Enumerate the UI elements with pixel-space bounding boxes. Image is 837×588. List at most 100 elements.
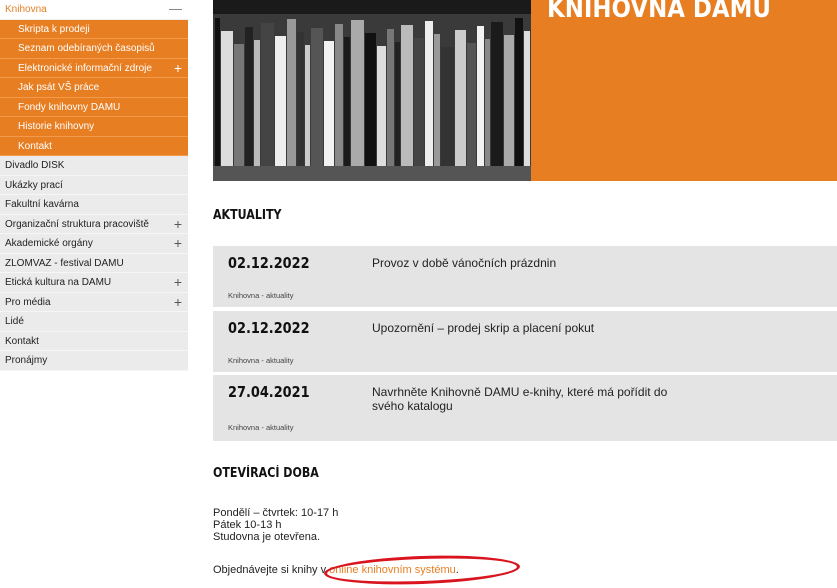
opening-hours: Pondělí – čtvrtek: 10-17 h Pátek 10-13 h… — [213, 507, 338, 543]
news-date: 27.04.2021 — [228, 383, 310, 401]
book-spine — [425, 21, 433, 166]
book-spine — [455, 30, 466, 166]
news-section-title: AKTUALITY — [213, 208, 282, 223]
news-item[interactable]: 02.12.2022 Upozornění – prodej skrip a pl… — [213, 311, 837, 372]
news-title-link[interactable]: Provoz v době vánočních prázdnin — [372, 256, 682, 270]
sidebar-item-seznam-odebiranych-casopisu[interactable]: Seznam odebíraných časopisů — [0, 39, 188, 59]
news-title-link[interactable]: Upozornění – prodej skrip a placení poku… — [372, 321, 682, 335]
sidebar-item-label: Kontakt — [5, 335, 39, 347]
book-spine — [275, 36, 286, 166]
sidebar-item-fondy-knihovny-damu[interactable]: Fondy knihovny DAMU — [0, 97, 188, 117]
sidebar-item-label: Etická kultura na DAMU — [5, 277, 112, 288]
book-spine — [215, 18, 220, 166]
news-date: 02.12.2022 — [228, 254, 310, 272]
expand-icon[interactable]: + — [174, 234, 182, 252]
sidebar-item-kontakt[interactable]: Kontakt — [0, 136, 188, 156]
sidebar-item-pronajmy[interactable]: Pronájmy — [0, 351, 188, 371]
book-spine — [221, 31, 233, 166]
book-spine — [335, 24, 343, 166]
sidebar-item-label: Divadlo DISK — [5, 160, 65, 171]
sidebar-item-ukazky-praci[interactable]: Ukázky prací — [0, 175, 188, 195]
book-spine — [467, 43, 476, 166]
sidebar-item-label: Skripta k prodeji — [18, 23, 90, 35]
book-spine — [441, 47, 454, 166]
book-spine — [477, 26, 484, 166]
book-spine — [261, 23, 274, 166]
sidebar-item-label: Fondy knihovny DAMU — [18, 101, 121, 113]
sidebar-item-label: ZLOMVAZ - festival DAMU — [5, 257, 124, 269]
page-header: KNIHOVNA DAMU — [213, 0, 837, 181]
expand-icon[interactable]: + — [174, 215, 182, 233]
sidebar-item-label: Knihovna — [5, 4, 47, 15]
book-spine — [485, 39, 490, 166]
hours-section-title: OTEVÍRACÍ DOBA — [213, 466, 319, 481]
sidebar-item-akademicke-organy[interactable]: Akademické orgány + — [0, 234, 188, 254]
sidebar-item-label: Historie knihovny — [18, 121, 95, 132]
news-date: 02.12.2022 — [228, 319, 310, 337]
bookshelf-graphic — [213, 0, 531, 181]
sidebar-item-label: Akademické orgány — [5, 238, 93, 249]
book-spine — [311, 28, 323, 166]
order-text: Objednávejte si knihy v — [213, 564, 330, 576]
news-category[interactable]: Knihovna - aktuality — [228, 423, 293, 432]
sidebar-nav: Knihovna — Skripta k prodeji Seznam odebíra… — [0, 0, 188, 371]
book-spine — [254, 40, 260, 166]
sidebar-item-kontakt[interactable]: Kontakt — [0, 331, 188, 351]
book-spine — [245, 27, 253, 166]
bookshelf-image — [213, 0, 531, 181]
collapse-icon[interactable]: — — [169, 0, 182, 18]
sidebar-item-elektronicke-informacni-zdroje[interactable]: Elektronické informační zdroje + — [0, 58, 188, 78]
expand-icon[interactable]: + — [174, 59, 182, 77]
sidebar-item-label: Pro média — [5, 296, 51, 308]
sidebar-item-lide[interactable]: Lidé — [0, 312, 188, 332]
sidebar-item-jak-psat-vs-prace[interactable]: Jak psát VŠ práce — [0, 78, 188, 98]
sidebar-item-zlomvaz-festival-damu[interactable]: ZLOMVAZ - festival DAMU — [0, 253, 188, 273]
sidebar-item-label: Fakultní kavárna — [5, 199, 79, 210]
expand-icon[interactable]: + — [174, 293, 182, 311]
book-spine — [401, 25, 413, 166]
news-item[interactable]: 27.04.2021 Navrhněte Knihovně DAMU e-knih… — [213, 375, 837, 441]
header-banner: KNIHOVNA DAMU — [531, 0, 837, 181]
news-category[interactable]: Knihovna - aktuality — [228, 291, 293, 300]
book-spine — [491, 22, 503, 166]
sidebar-item-label: Jak psát VŠ práce — [18, 82, 100, 93]
book-spine — [524, 31, 530, 166]
annotation-circle — [323, 552, 521, 588]
sidebar-item-label: Pronájmy — [5, 355, 48, 366]
sidebar-item-label: Lidé — [5, 316, 24, 327]
news-category[interactable]: Knihovna - aktuality — [228, 356, 293, 365]
sidebar-item-label: Kontakt — [18, 140, 52, 152]
expand-icon[interactable]: + — [174, 273, 182, 291]
sidebar-item-fakultni-kavarna[interactable]: Fakultní kavárna — [0, 195, 188, 215]
sidebar-item-label: Seznam odebíraných časopisů — [18, 43, 155, 54]
sidebar-item-knihovna[interactable]: Knihovna — — [0, 0, 188, 20]
hours-line: Pondělí – čtvrtek: 10-17 h — [213, 507, 339, 519]
book-spine — [387, 29, 394, 166]
sidebar-item-eticka-kultura-na-damu[interactable]: Etická kultura na DAMU + — [0, 273, 188, 293]
book-spine — [504, 35, 514, 166]
news-title-link[interactable]: Navrhněte Knihovně DAMU e-knihy, které m… — [372, 385, 682, 413]
sidebar-item-label: Organizační struktura pracoviště — [5, 218, 149, 230]
book-spine — [434, 34, 440, 166]
book-spine — [287, 19, 296, 166]
sidebar-item-divadlo-disk[interactable]: Divadlo DISK — [0, 156, 188, 176]
book-spine — [515, 18, 523, 166]
book-spine — [344, 37, 350, 166]
book-spine — [365, 33, 376, 166]
book-spine — [377, 46, 386, 166]
book-spine — [234, 44, 244, 166]
sidebar-item-skripta-k-prodeji[interactable]: Skripta k prodeji — [0, 19, 188, 39]
book-spine — [351, 20, 364, 166]
sidebar-item-label: Ukázky prací — [5, 179, 63, 191]
sidebar-item-historie-knihovny[interactable]: Historie knihovny — [0, 117, 188, 137]
sidebar-item-label: Elektronické informační zdroje — [18, 62, 152, 74]
hours-line: Pátek 10-13 h — [213, 519, 282, 531]
sidebar-item-pro-media[interactable]: Pro média + — [0, 292, 188, 312]
news-item[interactable]: 02.12.2022 Provoz v době vánočních prázdn… — [213, 246, 837, 307]
book-spine — [395, 42, 400, 166]
page-title: KNIHOVNA DAMU — [547, 0, 771, 24]
book-spine — [414, 38, 424, 166]
sidebar-item-organizacni-struktura-pracoviste[interactable]: Organizační struktura pracoviště + — [0, 214, 188, 234]
hours-line: Studovna je otevřena. — [213, 531, 321, 543]
book-spine — [305, 45, 310, 166]
